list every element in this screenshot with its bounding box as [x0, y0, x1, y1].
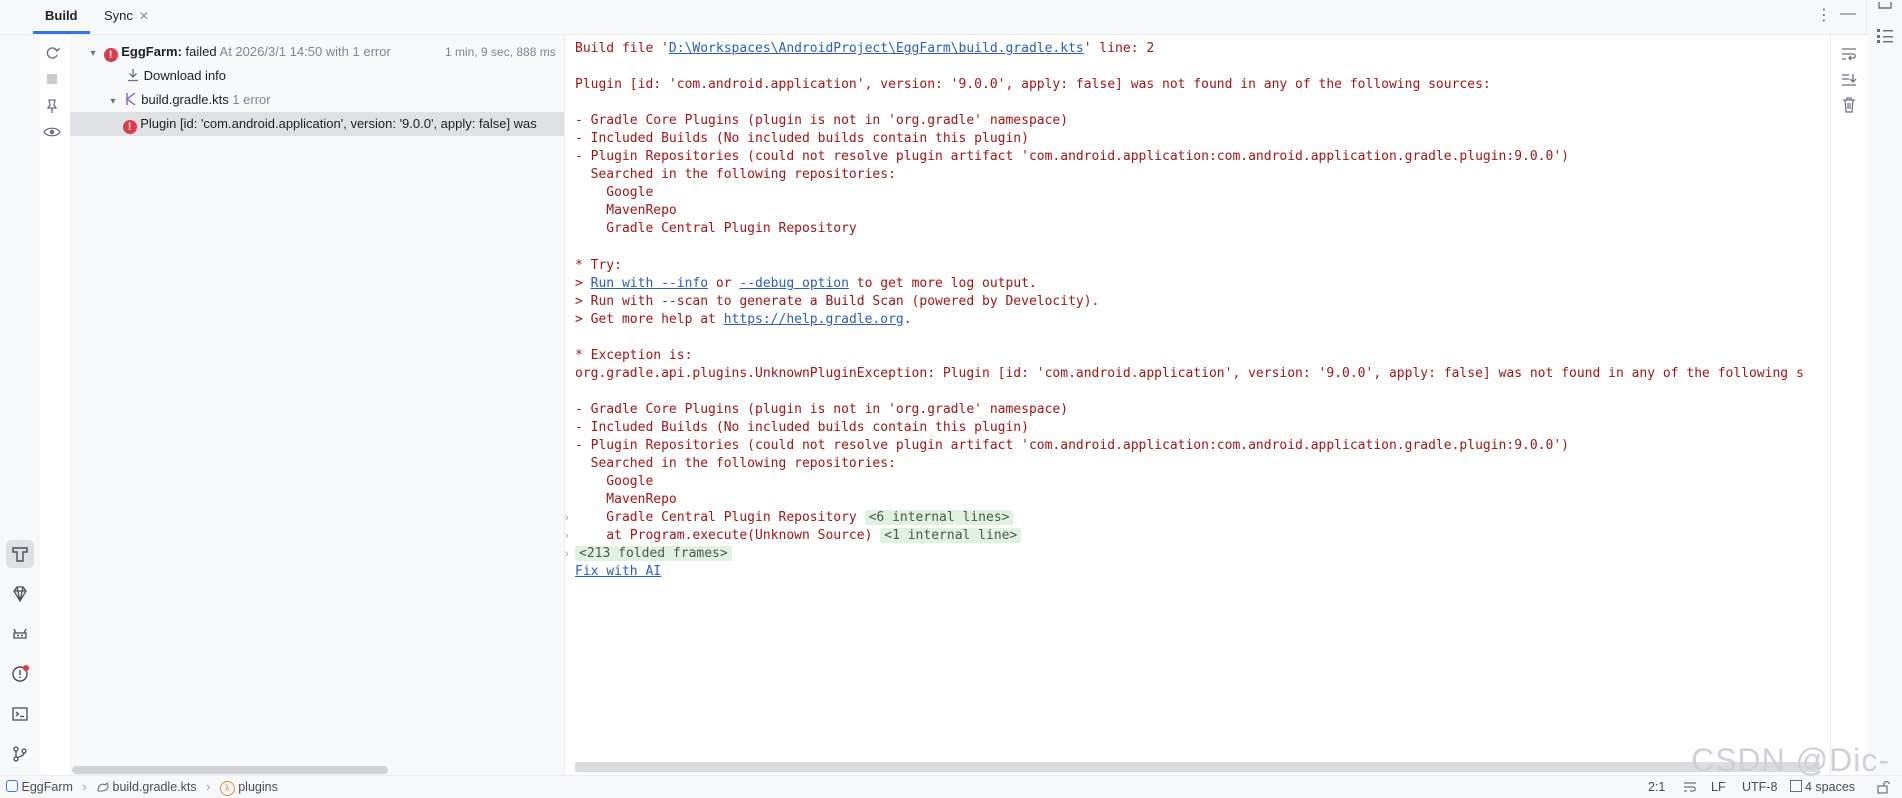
close-icon[interactable]: ✕ — [139, 9, 149, 23]
console-tools — [1830, 35, 1867, 775]
notifications-icon[interactable] — [1876, 2, 1894, 12]
error-count: 1 error — [232, 92, 271, 107]
project-name: EggFarm: — [121, 44, 182, 59]
download-icon — [126, 68, 140, 82]
tree-file-row[interactable]: ▾ build.gradle.kts 1 error — [106, 88, 271, 114]
download-info-label: Download info — [143, 68, 227, 83]
pin-icon[interactable] — [42, 96, 62, 116]
indent-label: 4 spaces — [1805, 780, 1856, 794]
console-line: Build file 'D:\Workspaces\AndroidProject… — [575, 38, 1154, 60]
text: > Get more help at — [575, 312, 724, 327]
chevron-right-icon[interactable]: › — [565, 543, 575, 565]
file-name: build.gradle.kts — [141, 92, 229, 107]
tree-error-row[interactable]: ! Plugin [id: 'com.android.application',… — [70, 112, 564, 136]
chevron-down-icon[interactable]: ▾ — [106, 90, 120, 114]
module-icon — [6, 780, 18, 792]
structure-icon[interactable] — [1876, 27, 1894, 43]
build-tree: ▾ ! EggFarm: failed At 2026/3/1 14:50 wi… — [70, 35, 564, 775]
console-line: Plugin [id: 'com.android.application', v… — [575, 77, 1491, 92]
console-line: Fix with AI — [575, 561, 661, 583]
fold-marker[interactable]: <6 internal lines> — [864, 510, 1014, 525]
text: Gradle Central Plugin Repository — [575, 510, 857, 525]
file-encoding[interactable]: UTF-8 — [1742, 776, 1777, 798]
scroll-to-end-icon[interactable] — [1841, 73, 1857, 87]
tree-download-row[interactable]: Download info — [126, 64, 226, 88]
soft-wrap-icon[interactable] — [1841, 47, 1857, 61]
chevron-right-icon: › — [206, 780, 211, 794]
tab-build-label: Build — [45, 8, 78, 23]
lambda-icon: λ — [219, 781, 235, 796]
build-console: Build file 'D:\Workspaces\AndroidProject… — [565, 35, 1830, 775]
fix-with-ai-link[interactable]: Fix with AI — [575, 564, 661, 579]
error-message: Plugin [id: 'com.android.application', v… — [140, 116, 537, 131]
rerun-icon[interactable] — [42, 43, 62, 63]
text: ' line: 2 — [1083, 41, 1155, 56]
indent-icon — [1790, 780, 1802, 792]
console-horizontal-scrollbar[interactable] — [575, 762, 1820, 772]
build-duration: 1 min, 9 sec, 888 ms — [445, 45, 556, 59]
gradle-file-icon — [124, 92, 138, 106]
build-tool-icon[interactable] — [6, 540, 34, 568]
lock-icon[interactable] — [1876, 780, 1890, 794]
debug-option-link[interactable]: --debug option — [739, 276, 849, 291]
android-icon[interactable] — [6, 620, 34, 648]
git-icon[interactable] — [6, 740, 34, 768]
caret-position[interactable]: 2:1 — [1648, 776, 1665, 798]
more-options-icon[interactable]: ⋮ — [1816, 8, 1832, 24]
text: or — [708, 276, 740, 291]
console-line: Gradle Central Plugin Repository — [575, 221, 857, 236]
tree-root-row[interactable]: ▾ ! EggFarm: failed At 2026/3/1 14:50 wi… — [86, 40, 391, 64]
view-options-icon[interactable] — [42, 122, 62, 142]
watermark: CSDN @Dic- — [1691, 742, 1890, 778]
breadcrumb-symbol[interactable]: plugins — [238, 780, 278, 794]
run-with-info-link[interactable]: Run with --info — [591, 276, 708, 291]
build-detail: At 2026/3/1 14:50 with 1 error — [219, 44, 391, 59]
error-icon: ! — [122, 120, 137, 134]
minimize-icon[interactable]: — — [1840, 5, 1856, 23]
breadcrumb: EggFarm › build.gradle.kts › λ plugins — [6, 776, 278, 798]
gradle-file-icon — [96, 780, 109, 793]
chevron-down-icon[interactable]: ▾ — [86, 42, 100, 66]
tab-sync[interactable]: Sync ✕ — [92, 0, 161, 33]
tab-build[interactable]: Build — [33, 0, 90, 34]
right-tool-strip — [1866, 0, 1902, 775]
clear-icon[interactable] — [1842, 97, 1856, 113]
tool-window-tabbar: Build Sync ✕ ⋮ — — [0, 0, 1902, 35]
fold-marker[interactable]: <213 folded frames> — [575, 546, 732, 561]
problems-icon[interactable] — [6, 660, 34, 688]
wrap-icon[interactable] — [1683, 781, 1697, 793]
build-status: failed — [185, 44, 217, 59]
status-bar: EggFarm › build.gradle.kts › λ plugins 2… — [0, 775, 1902, 798]
console-line: org.gradle.api.plugins.UnknownPluginExce… — [575, 366, 1804, 381]
stop-icon[interactable] — [42, 69, 62, 89]
text: to get more log output. — [848, 276, 1037, 291]
breadcrumb-file[interactable]: build.gradle.kts — [113, 780, 197, 794]
help-link[interactable]: https://help.gradle.org — [724, 312, 904, 327]
indent-setting[interactable]: 4 spaces — [1790, 776, 1855, 798]
tree-horizontal-scrollbar[interactable] — [72, 766, 388, 774]
console-line: > Get more help at https://help.gradle.o… — [575, 309, 912, 331]
error-icon: ! — [103, 48, 118, 62]
gem-icon[interactable] — [6, 580, 34, 608]
fold-marker[interactable]: <1 internal line> — [880, 528, 1022, 543]
terminal-icon[interactable] — [6, 700, 34, 728]
text: Build file ' — [575, 41, 669, 56]
breadcrumb-project[interactable]: EggFarm — [21, 780, 72, 794]
text: . — [903, 312, 912, 327]
chevron-right-icon: › — [82, 780, 87, 794]
line-separator[interactable]: LF — [1711, 776, 1726, 798]
left-tool-strip — [0, 35, 40, 775]
text: > — [575, 276, 591, 291]
tab-sync-label: Sync — [104, 8, 133, 23]
build-file-link[interactable]: D:\Workspaces\AndroidProject\EggFarm\bui… — [669, 41, 1084, 56]
text: at Program.execute(Unknown Source) — [575, 528, 873, 543]
